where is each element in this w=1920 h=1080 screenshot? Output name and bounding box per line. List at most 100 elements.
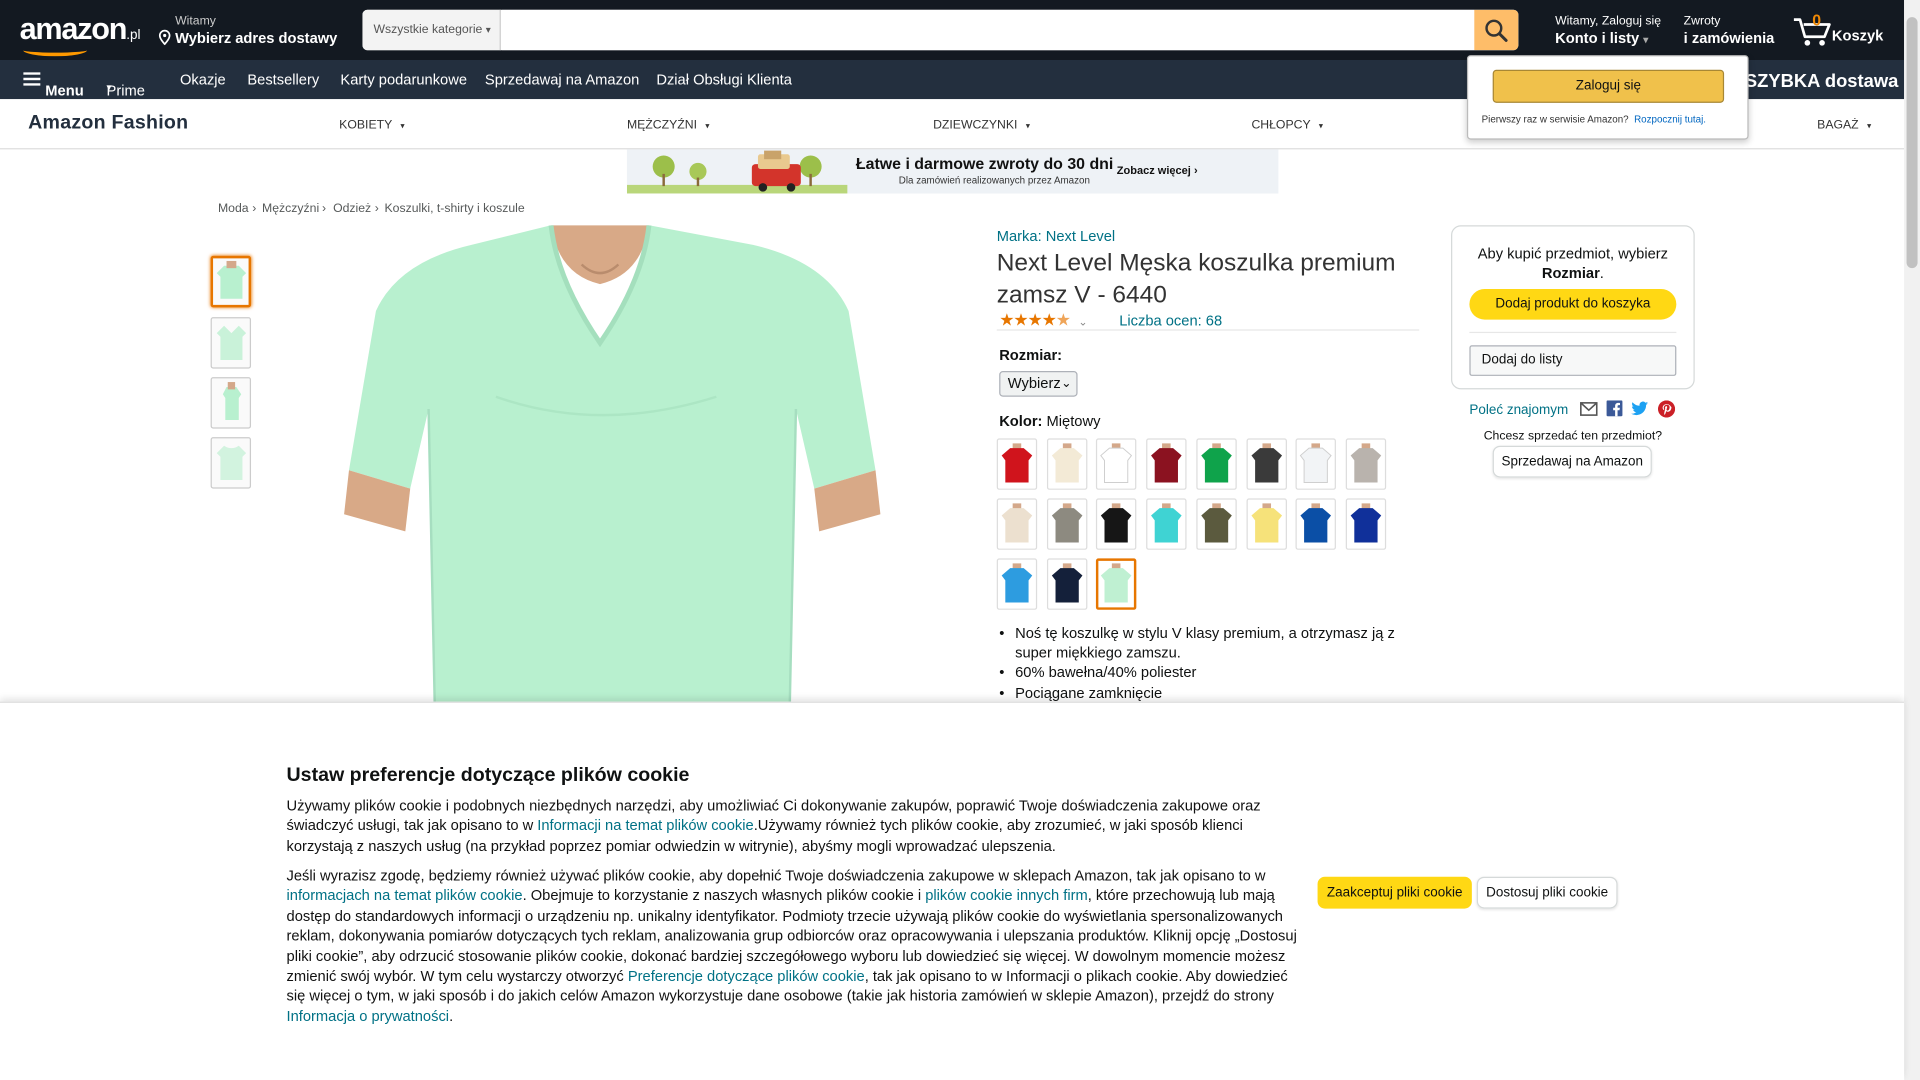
fashion-cat-women[interactable]: KOBIETY ▾ xyxy=(339,119,404,132)
brand-link[interactable]: Marka: Next Level xyxy=(997,228,1115,245)
signin-button[interactable]: Zaloguj się xyxy=(1492,69,1725,103)
fashion-cat-luggage[interactable]: BAGAŻ ▾ xyxy=(1817,119,1871,132)
breadcrumb-item[interactable]: Koszulki, t-shirty i koszule xyxy=(384,202,524,215)
product-thumbnail[interactable] xyxy=(210,255,252,308)
color-swatch[interactable] xyxy=(1146,438,1187,490)
search-bar: Wszystkie kategorie ▾ xyxy=(362,9,1519,51)
breadcrumb-item[interactable]: Mężczyźni xyxy=(262,202,319,215)
subnav-item-deals[interactable]: Okazje xyxy=(180,71,226,88)
subnav-item-customer-service[interactable]: Dział Obsługi Klienta xyxy=(656,71,792,88)
fashion-brand[interactable]: Amazon Fashion xyxy=(28,113,188,135)
pinterest-icon[interactable] xyxy=(1657,400,1676,418)
amazon-logo[interactable]: amazon.pl xyxy=(20,12,141,57)
email-icon[interactable] xyxy=(1579,402,1598,417)
logo-smile xyxy=(23,44,87,57)
cookie-info-link[interactable]: informacjach na temat plików cookie xyxy=(287,887,523,904)
add-to-list-button[interactable]: Dodaj do listy xyxy=(1469,345,1677,376)
color-swatch[interactable] xyxy=(1245,438,1287,490)
third-party-cookies-link[interactable]: plików cookie innych firm xyxy=(925,887,1088,904)
color-swatch[interactable] xyxy=(1295,438,1337,490)
logo-tld: .pl xyxy=(126,28,141,43)
deliver-to[interactable]: Witamy Wybierz adres dostawy xyxy=(158,15,337,48)
signin-new-customer: Pierwszy raz w serwisie Amazon? Rozpoczn… xyxy=(1482,114,1706,125)
scrollbar-thumb[interactable] xyxy=(1906,17,1918,269)
cookie-preferences-link[interactable]: Preferencje dotyczące plików cookie xyxy=(628,967,865,984)
chevron-down-icon: ⌄ xyxy=(1061,377,1072,391)
color-swatch[interactable] xyxy=(1295,498,1337,550)
fashion-cat-men[interactable]: MĘŻCZYŹNI ▾ xyxy=(627,119,710,132)
fashion-cat-boys[interactable]: CHŁOPCY ▾ xyxy=(1251,119,1323,132)
deliver-line1: Witamy xyxy=(175,14,216,29)
promo-fast-delivery[interactable]: SZYBKA dostawa xyxy=(1745,71,1898,92)
twitter-icon[interactable] xyxy=(1630,400,1649,416)
tshirt-swatch-icon xyxy=(1001,503,1033,543)
tshirt-swatch-icon xyxy=(1250,443,1282,483)
size-select-value: Wybierz xyxy=(1007,374,1061,392)
color-swatch[interactable] xyxy=(996,498,1038,550)
subnav-item-gift-cards[interactable]: Karty podarunkowe xyxy=(340,71,467,88)
cookie-text: Jeśli wyrazisz zgodę, będziemy również u… xyxy=(286,866,1266,885)
signin-new-text: Pierwszy raz w serwisie Amazon? xyxy=(1481,113,1629,125)
tshirt-thumbnail-icon xyxy=(222,382,241,421)
color-swatch[interactable] xyxy=(1345,438,1386,490)
color-swatch[interactable] xyxy=(1096,498,1137,550)
account-line1: Witamy, Zaloguj się xyxy=(1555,14,1662,29)
color-swatch[interactable] xyxy=(996,558,1038,610)
banner-cta[interactable]: Zobacz więcej › xyxy=(1117,164,1198,176)
customize-cookies-button[interactable]: Dostosuj pliki cookie xyxy=(1476,876,1618,909)
fashion-cat-girls[interactable]: DZIEWCZYNKI ▾ xyxy=(933,119,1030,132)
subnav-item-bestsellers[interactable]: Bestsellery xyxy=(247,71,319,88)
cookie-info-link[interactable]: Informacji na temat plików cookie xyxy=(537,817,753,834)
color-swatch[interactable] xyxy=(1146,498,1187,550)
menu-button[interactable]: Menu xyxy=(23,71,84,99)
size-select[interactable]: Wybierz ⌄ xyxy=(999,371,1078,397)
facebook-icon[interactable] xyxy=(1606,400,1623,417)
search-input[interactable] xyxy=(502,9,1475,51)
product-thumbnail[interactable] xyxy=(210,377,252,429)
color-swatch[interactable] xyxy=(1196,498,1237,550)
accept-cookies-button[interactable]: Zaakceptuj pliki cookie xyxy=(1317,876,1472,909)
breadcrumb-separator-icon: › xyxy=(374,202,379,216)
caret-down-icon: ▾ xyxy=(1318,122,1324,132)
product-main-image[interactable] xyxy=(312,225,913,703)
privacy-notice-link[interactable]: Informacja o prywatności xyxy=(287,1008,450,1025)
color-swatch[interactable] xyxy=(1096,438,1137,490)
caret-down-icon: ▾ xyxy=(1025,122,1031,132)
color-swatch[interactable] xyxy=(1046,558,1087,610)
scrollbar[interactable] xyxy=(1904,0,1920,1080)
half-star-icon: ★ xyxy=(1055,309,1071,330)
ratings-count-link[interactable]: Liczba ocen: 68 xyxy=(1119,312,1222,329)
tshirt-swatch-icon xyxy=(1151,503,1182,543)
returns-banner[interactable]: Łatwe i darmowe zwroty do 30 dni Dla zam… xyxy=(626,149,1279,194)
share-link[interactable]: Poleć znajomym xyxy=(1469,403,1568,418)
search-button[interactable] xyxy=(1474,9,1519,51)
caret-down-icon: ▾ xyxy=(1866,122,1872,132)
account-menu[interactable]: Witamy, Zaloguj się Konto i listy ▾ xyxy=(1555,15,1661,49)
product-thumbnail[interactable] xyxy=(210,437,252,489)
subnav-item-sell[interactable]: Sprzedawaj na Amazon xyxy=(485,71,639,88)
product-thumbnail[interactable] xyxy=(210,317,252,369)
breadcrumb-item[interactable]: Odzież xyxy=(333,202,371,215)
tshirt-swatch-icon xyxy=(1001,443,1033,483)
caret-down-icon: ▾ xyxy=(400,122,405,132)
color-value: Miętowy xyxy=(1046,412,1101,430)
color-swatch[interactable] xyxy=(1096,558,1137,610)
color-swatch[interactable] xyxy=(1345,498,1386,550)
breadcrumb-item[interactable]: Moda xyxy=(218,202,249,215)
star-rating[interactable]: ★★★★★ ⌄ xyxy=(999,309,1087,331)
product-title: Next Level Męska koszulka premium zamsz … xyxy=(996,249,1396,309)
start-here-link[interactable]: Rozpocznij tutaj. xyxy=(1634,114,1706,125)
color-swatch[interactable] xyxy=(1046,438,1087,490)
cart-label: Koszyk xyxy=(1831,26,1884,45)
caret-down-icon: ▾ xyxy=(705,122,710,132)
color-swatch[interactable] xyxy=(1196,438,1237,490)
returns-orders[interactable]: Zwroty i zamówienia xyxy=(1684,15,1775,48)
add-to-cart-button[interactable]: Dodaj produkt do koszyka xyxy=(1469,288,1677,320)
color-swatch[interactable] xyxy=(996,438,1038,490)
sell-on-amazon-button[interactable]: Sprzedawaj na Amazon xyxy=(1492,445,1652,478)
tshirt-swatch-icon xyxy=(1051,503,1083,543)
search-category-select[interactable]: Wszystkie kategorie ▾ xyxy=(362,9,501,51)
share-row: Poleć znajomym xyxy=(1469,400,1676,418)
color-swatch[interactable] xyxy=(1245,498,1287,550)
color-swatch[interactable] xyxy=(1046,498,1087,550)
